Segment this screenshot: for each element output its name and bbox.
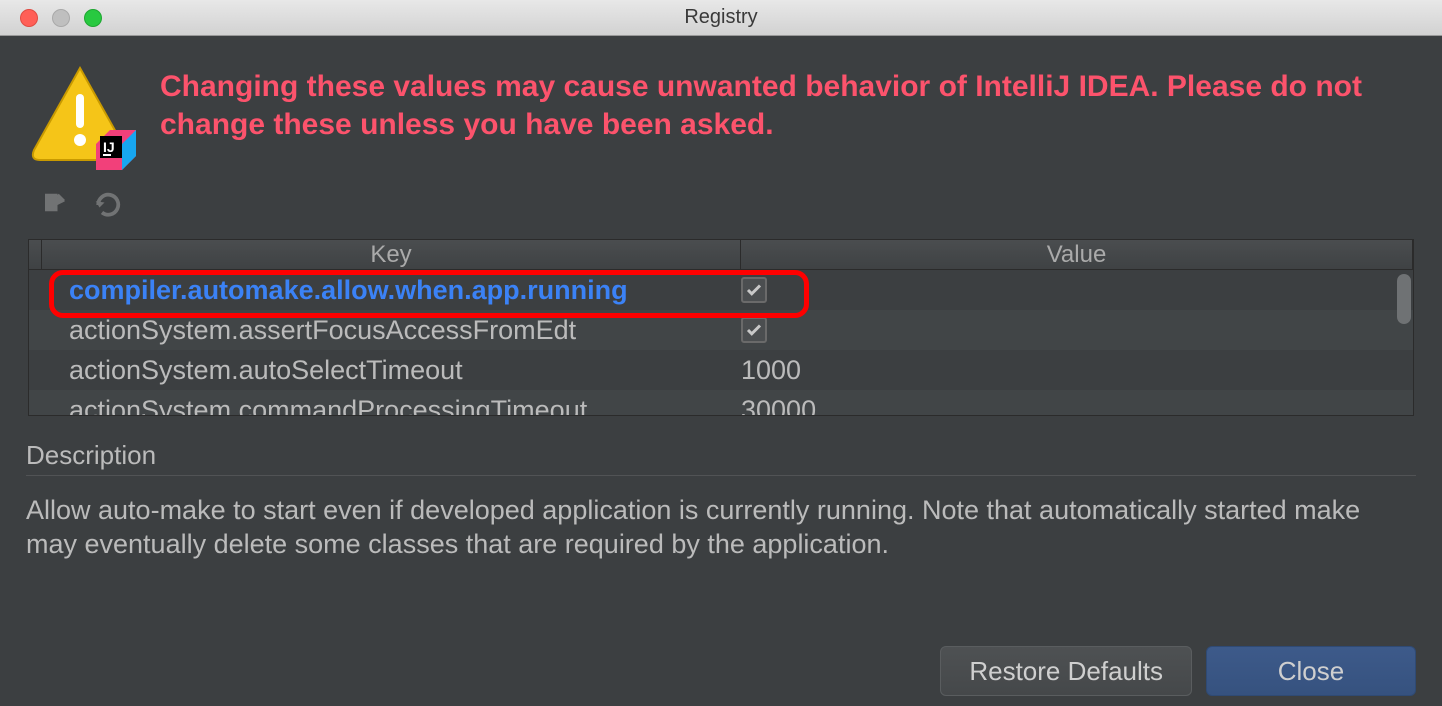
registry-value[interactable]: 30000 (739, 395, 1413, 416)
column-header-key[interactable]: Key (41, 240, 741, 269)
dialog-footer: Restore Defaults Close (940, 646, 1416, 696)
table-row[interactable]: compiler.automake.allow.when.app.running (29, 270, 1413, 310)
description-section: Description Allow auto-make to start eve… (0, 416, 1442, 562)
window-title: Registry (0, 6, 1442, 29)
titlebar: Registry (0, 0, 1442, 36)
checkbox[interactable] (741, 317, 767, 343)
registry-key: compiler.automake.allow.when.app.running (69, 275, 739, 306)
svg-text:IJ: IJ (103, 139, 115, 155)
warning-header: IJ Changing these values may cause unwan… (0, 36, 1442, 184)
edit-icon[interactable] (40, 190, 70, 227)
warning-icon: IJ (30, 64, 140, 174)
description-label: Description (26, 440, 1416, 476)
registry-value[interactable] (739, 317, 1413, 343)
revert-icon[interactable] (92, 190, 122, 227)
table-row[interactable]: actionSystem.assertFocusAccessFromEdt (29, 310, 1413, 350)
registry-table: Key Value compiler.automake.allow.when.a… (28, 239, 1414, 416)
column-header-value[interactable]: Value (741, 240, 1413, 269)
scrollbar-thumb[interactable] (1397, 274, 1411, 324)
restore-defaults-button[interactable]: Restore Defaults (940, 646, 1192, 696)
registry-key: actionSystem.assertFocusAccessFromEdt (69, 315, 739, 346)
registry-toolbar (0, 184, 1442, 239)
registry-key: actionSystem.commandProcessingTimeout (69, 395, 739, 416)
checkbox[interactable] (741, 277, 767, 303)
table-header: Key Value (29, 240, 1413, 270)
table-row[interactable]: actionSystem.commandProcessingTimeout300… (29, 390, 1413, 415)
table-body[interactable]: compiler.automake.allow.when.app.running… (29, 270, 1413, 415)
close-button[interactable]: Close (1206, 646, 1416, 696)
table-row[interactable]: actionSystem.autoSelectTimeout1000 (29, 350, 1413, 390)
registry-value[interactable] (739, 277, 1413, 303)
registry-key: actionSystem.autoSelectTimeout (69, 355, 739, 386)
warning-text: Changing these values may cause unwanted… (160, 64, 1412, 143)
registry-value[interactable]: 1000 (739, 355, 1413, 386)
description-body: Allow auto-make to start even if develop… (26, 476, 1416, 562)
